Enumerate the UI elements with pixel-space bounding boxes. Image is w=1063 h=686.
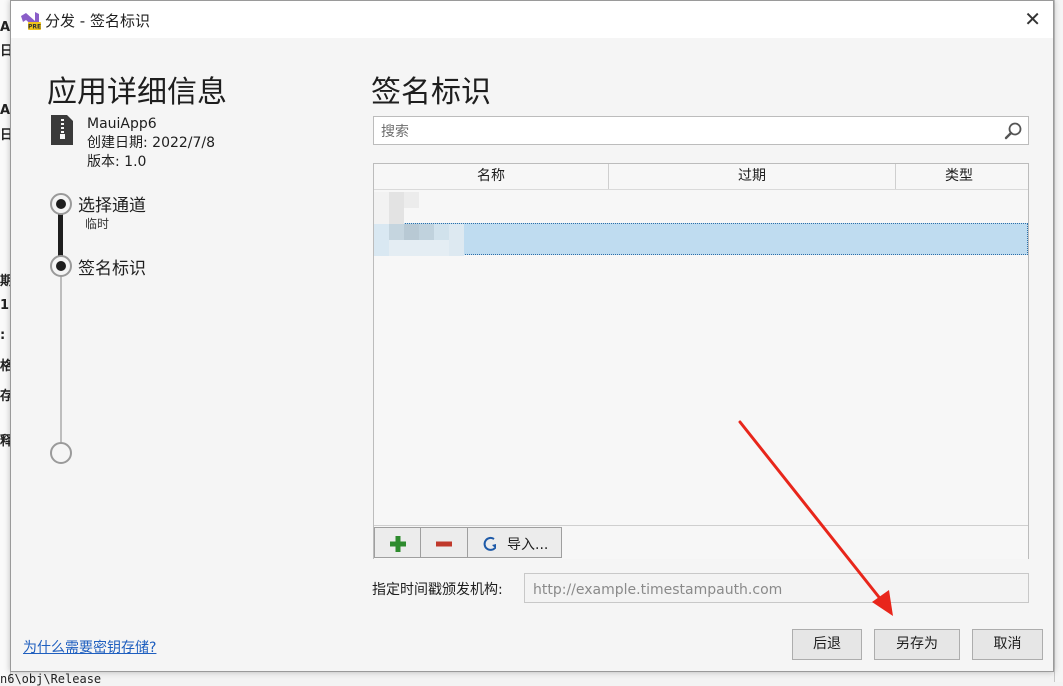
cancel-button[interactable]: 取消 xyxy=(972,629,1043,660)
bg-glyph: A xyxy=(0,103,11,118)
app-info: MauiApp6 创建日期: 2022/7/8 版本: 1.0 xyxy=(87,115,215,172)
close-icon[interactable]: ✕ xyxy=(1024,7,1041,31)
redacted-name-cell xyxy=(374,192,464,256)
title-bar: PRE 分发 - 签名标识 ✕ xyxy=(11,1,1053,38)
plus-icon xyxy=(390,536,406,552)
add-identity-button[interactable] xyxy=(374,527,421,558)
bg-glyph: A xyxy=(0,20,11,35)
timestamp-authority-field xyxy=(524,573,1029,603)
back-button[interactable]: 后退 xyxy=(792,629,862,660)
search-icon[interactable] xyxy=(1003,121,1023,141)
visual-studio-preview-icon: PRE xyxy=(21,12,41,31)
background-window-right xyxy=(1054,0,1063,682)
step-sub-channel: 临时 xyxy=(85,217,110,231)
import-icon xyxy=(483,536,496,551)
bg-glyph: 1 xyxy=(0,298,10,313)
column-header-name[interactable]: 名称 xyxy=(374,164,609,189)
app-version: 版本: 1.0 xyxy=(87,154,147,170)
package-file-icon xyxy=(51,115,73,145)
column-header-expires[interactable]: 过期 xyxy=(609,164,896,189)
bg-glyph: : xyxy=(0,328,6,343)
window-title: 分发 - 签名标识 xyxy=(45,12,150,30)
created-date: 创建日期: 2022/7/8 xyxy=(87,135,216,151)
remove-identity-button[interactable] xyxy=(420,527,468,558)
minus-icon xyxy=(436,541,452,547)
save-as-button[interactable]: 另存为 xyxy=(874,629,960,660)
table-toolbar: 导入... xyxy=(374,525,1028,559)
table-header: 名称 过期 类型 xyxy=(374,164,1028,190)
step-label-signing: 签名标识 xyxy=(78,259,146,279)
search-input[interactable] xyxy=(379,121,993,142)
signing-identity-heading: 签名标识 xyxy=(371,75,491,110)
step-node-pending xyxy=(50,442,72,464)
timestamp-authority-input[interactable] xyxy=(531,579,1025,601)
svg-text:PRE: PRE xyxy=(28,24,41,31)
step-node-current xyxy=(50,255,72,277)
app-details-heading: 应用详细信息 xyxy=(47,75,227,110)
publish-dialog: PRE 分发 - 签名标识 ✕ 应用详细信息 MauiApp6 创建日期: 20… xyxy=(10,0,1054,672)
why-keystore-link[interactable]: 为什么需要密钥存储? xyxy=(23,637,156,657)
timestamp-authority-label: 指定时间戳颁发机构: xyxy=(372,582,503,598)
search-box xyxy=(373,116,1029,145)
step-node-completed xyxy=(50,193,72,215)
step-label-channel: 选择通道 xyxy=(78,196,146,216)
column-header-type[interactable]: 类型 xyxy=(896,164,1022,189)
import-label: 导入... xyxy=(507,537,549,553)
app-name: MauiApp6 xyxy=(87,116,157,132)
signing-identity-table: 名称 过期 类型 导入... xyxy=(373,163,1029,559)
stepper-line xyxy=(60,267,62,443)
background-path-text: n6\obj\Release xyxy=(0,672,102,686)
import-button[interactable]: 导入... xyxy=(467,527,562,558)
